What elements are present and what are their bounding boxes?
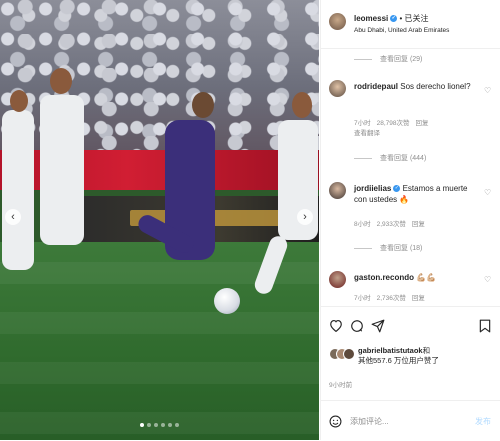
comment-composer: 添加评论... 发布	[321, 400, 500, 441]
heart-icon[interactable]: ♡	[484, 188, 491, 197]
football-ball	[214, 288, 240, 314]
commenter-avatar[interactable]	[329, 182, 346, 199]
comments-panel: leomessi ✓ • 已关注 Abu Dhabi, United Arab E…	[320, 0, 500, 440]
likes-summary: gabrielbatistutaok和 其他557.6 万位用户赞了	[358, 346, 439, 365]
author-avatar[interactable]	[329, 13, 346, 30]
player-white-5	[2, 110, 34, 270]
verified-badge-icon: ✓	[393, 185, 401, 193]
view-replies[interactable]: 查看回复 (444)	[354, 153, 426, 163]
prev-image-icon[interactable]: ‹	[5, 209, 21, 225]
heart-icon[interactable]	[329, 319, 343, 332]
comment-text: 💪🏼💪🏼	[416, 273, 437, 282]
commenter-avatar[interactable]	[329, 271, 346, 288]
liker-avatar	[343, 348, 355, 360]
instagram-post-dialog: ‹ › leomessi ✓ • 已关注 Abu Dhabi, United Ar…	[0, 0, 500, 440]
comment-body: rodridepaul Sos derecho lionel?	[354, 81, 480, 92]
post-location[interactable]: Abu Dhabi, United Arab Emirates	[354, 27, 449, 34]
likes-others[interactable]: 其他557.6 万位用户赞了	[358, 356, 439, 365]
comment-text: Sos derecho lionel?	[400, 82, 471, 91]
post-actions	[321, 306, 500, 347]
post-header: leomessi ✓ • 已关注 Abu Dhabi, United Arab E…	[321, 0, 500, 49]
post-comment-button[interactable]: 发布	[475, 416, 491, 427]
verified-badge-icon: ✓	[390, 15, 398, 23]
bookmark-icon[interactable]	[479, 319, 491, 333]
post-time[interactable]: 9小时前	[329, 379, 352, 389]
comment-meta: 8小时 2,933次赞 回复	[354, 221, 425, 228]
fire-emoji: 🔥	[399, 195, 410, 204]
comment-meta: 7小时 2,736次赞 回复	[354, 295, 425, 302]
liker-username[interactable]: gabrielbatistutaok	[358, 346, 423, 355]
emoji-icon[interactable]	[329, 415, 342, 428]
heart-icon[interactable]: ♡	[484, 275, 491, 284]
post-photo[interactable]: ‹ ›	[0, 0, 319, 440]
view-replies-top[interactable]: 查看回复 (29)	[354, 54, 422, 64]
see-translation[interactable]: 查看翻译	[354, 127, 380, 137]
author-username[interactable]: leomessi	[354, 14, 388, 23]
player-white-18	[40, 95, 84, 245]
next-image-icon[interactable]: ›	[297, 209, 313, 225]
comment-input[interactable]: 添加评论...	[350, 416, 389, 427]
view-replies[interactable]: 查看回复 (18)	[354, 243, 422, 253]
comment-icon[interactable]	[350, 319, 364, 333]
commenter-avatar[interactable]	[329, 80, 346, 97]
follow-status[interactable]: 已关注	[405, 14, 429, 23]
heart-icon[interactable]: ♡	[484, 86, 491, 95]
share-icon[interactable]	[371, 319, 385, 333]
commenter-username[interactable]: rodridepaul	[354, 82, 398, 91]
commenter-username[interactable]: gaston.recondo	[354, 273, 414, 282]
comment-body: gaston.recondo 💪🏼💪🏼	[354, 272, 480, 283]
commenter-username[interactable]: jordiielias	[354, 184, 391, 193]
comment-body: jordiielias ✓ Estamos a muerte con ustede…	[354, 183, 480, 205]
comment-meta: 7小时 28,798次赞 回复	[354, 120, 429, 127]
carousel-dots	[140, 423, 179, 427]
